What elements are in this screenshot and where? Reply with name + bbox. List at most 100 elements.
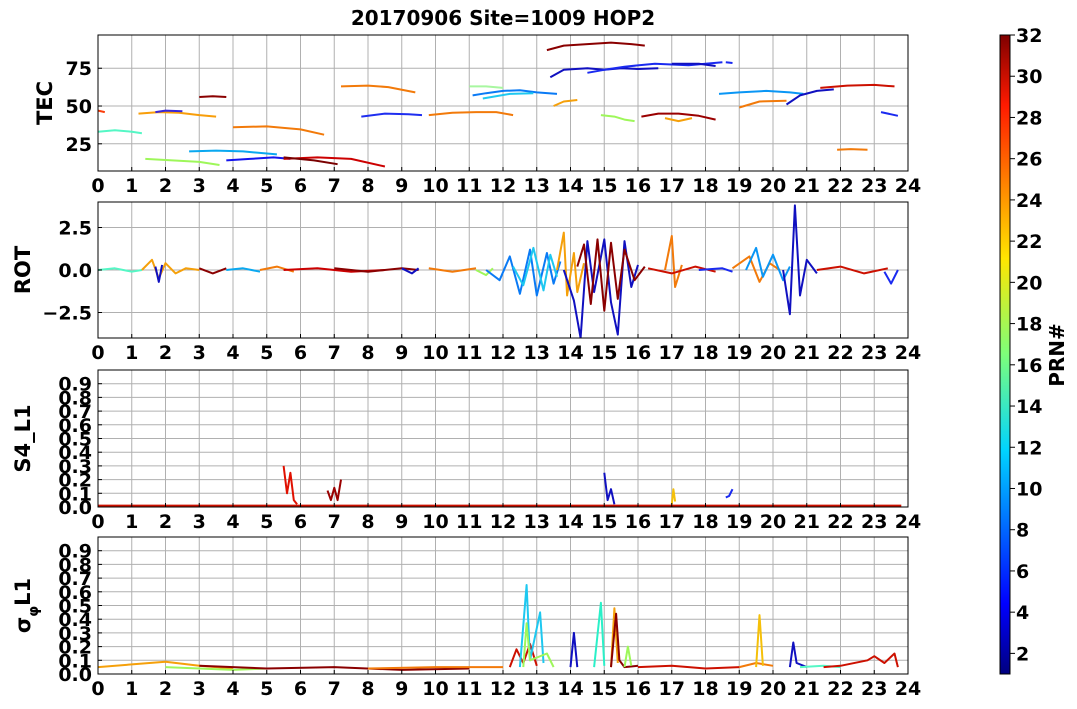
x-tick-label: 19	[726, 511, 752, 533]
x-tick-label: 21	[794, 511, 820, 533]
tec-panel: 0 1 2 3 4 5 6 7 8 9 10 11 12 13 14 15 16 17 18 19 20 21 22 23 24…	[33, 34, 921, 197]
x-tick-label: 22	[827, 342, 853, 364]
x-tick-label: 12	[490, 511, 516, 533]
x-tick-label: 1	[125, 175, 138, 197]
series-line	[820, 83, 895, 89]
x-tick-label: 18	[692, 342, 718, 364]
x-tick-label: 8	[361, 175, 374, 197]
y-tick-label: −2.5	[42, 303, 92, 325]
x-tick-label: 20	[760, 678, 786, 700]
x-tick-label: 1	[125, 342, 138, 364]
colorbar-tick-label: 30	[1016, 66, 1042, 88]
y-tick-label: 0.9	[58, 374, 92, 396]
x-tick-label: 20	[760, 342, 786, 364]
series-line	[98, 109, 106, 114]
series-line	[725, 61, 733, 64]
x-tick-label: 13	[524, 175, 550, 197]
y-axis-label: ROT	[11, 245, 35, 294]
y-axis-label: TEC	[33, 81, 57, 125]
x-tick-label: 19	[726, 342, 752, 364]
x-tick-label: 17	[659, 342, 685, 364]
colorbar-tick-label: 18	[1016, 314, 1042, 336]
x-tick-label: 5	[260, 342, 273, 364]
series-line	[138, 111, 217, 118]
colorbar-tick-label: 28	[1016, 107, 1042, 129]
series-line	[610, 612, 639, 669]
series-line	[340, 84, 416, 94]
series-line	[98, 129, 143, 135]
rot-panel: 0 1 2 3 4 5 6 7 8 9 10 11 12 13 14 15 16 17 18 19 20 21 22 23 24…	[11, 201, 921, 364]
s4-panel: 0 1 2 3 4 5 6 7 8 9 10 11 12 13 14 15 16 17 18 19 20 21 22 23 24…	[11, 369, 921, 533]
x-tick-label: 18	[692, 511, 718, 533]
x-tick-label: 7	[328, 175, 341, 197]
colorbar: 2468101214161820222426283032 PRN#	[999, 25, 1069, 675]
x-tick-label: 22	[827, 175, 853, 197]
x-tick-label: 24	[895, 678, 921, 700]
series-line	[482, 92, 534, 100]
x-tick-label: 19	[726, 678, 752, 700]
x-tick-label: 10	[422, 511, 448, 533]
x-tick-label: 12	[490, 342, 516, 364]
series-line	[553, 99, 578, 107]
x-tick-label: 24	[895, 342, 921, 364]
series-line	[664, 235, 683, 288]
x-tick-label: 14	[557, 678, 583, 700]
x-tick-label: 2	[159, 678, 172, 700]
colorbar-tick-label: 20	[1016, 272, 1042, 294]
x-tick-label: 11	[456, 678, 482, 700]
series-line	[755, 614, 764, 668]
x-tick-label: 17	[659, 511, 685, 533]
x-tick-label: 15	[591, 511, 617, 533]
x-tick-label: 9	[395, 342, 408, 364]
sigma-phi-panel: 0 1 2 3 4 5 6 7 8 9 10 11 12 13 14 15 16 17 18 19 20 21 22 23 24…	[11, 536, 921, 700]
x-tick-label: 6	[294, 342, 307, 364]
series-line	[603, 472, 616, 505]
figure: 20170906 Site=1009 HOP2 0 1 2 3 4 5 6 7 8 9 10 11 12…	[11, 6, 1069, 700]
colorbar-tick-label: 6	[1016, 561, 1029, 583]
x-tick-label: 4	[226, 678, 239, 700]
series-line	[546, 41, 645, 52]
x-tick-label: 10	[422, 175, 448, 197]
colorbar-tick-label: 2	[1016, 643, 1029, 665]
x-tick-label: 18	[692, 175, 718, 197]
series-line	[428, 111, 514, 117]
x-tick-label: 16	[625, 511, 651, 533]
x-tick-label: 18	[692, 678, 718, 700]
x-tick-label: 21	[794, 342, 820, 364]
colorbar-tick-label: 8	[1016, 520, 1029, 542]
x-tick-label: 8	[361, 342, 374, 364]
x-tick-label: 15	[591, 175, 617, 197]
x-tick-label: 0	[91, 342, 104, 364]
y-tick-label: 2.5	[58, 218, 92, 240]
x-tick-label: 19	[726, 175, 752, 197]
x-tick-label: 7	[328, 342, 341, 364]
series-line	[837, 148, 868, 151]
y-tick-label: 0.0	[58, 260, 92, 282]
x-tick-label: 3	[193, 175, 206, 197]
y-tick-label: 75	[66, 58, 92, 80]
x-tick-label: 23	[861, 175, 887, 197]
series-line	[232, 125, 325, 136]
x-tick-label: 1	[125, 511, 138, 533]
series-line	[145, 157, 220, 166]
colorbar-tick-label: 12	[1016, 437, 1042, 459]
x-tick-label: 0	[91, 511, 104, 533]
colorbar-tick-label: 26	[1016, 149, 1042, 171]
x-tick-label: 6	[294, 175, 307, 197]
x-tick-label: 15	[591, 678, 617, 700]
series-line	[569, 631, 579, 668]
series-line	[637, 664, 740, 670]
x-tick-label: 11	[456, 175, 482, 197]
colorbar-label: PRN#	[1045, 323, 1069, 387]
x-tick-label: 7	[328, 678, 341, 700]
x-tick-label: 5	[260, 511, 273, 533]
x-tick-label: 12	[490, 678, 516, 700]
series-line	[785, 88, 834, 106]
x-tick-label: 1	[125, 678, 138, 700]
x-tick-label: 17	[659, 175, 685, 197]
x-tick-label: 9	[395, 678, 408, 700]
series-line	[880, 111, 899, 117]
x-tick-label: 3	[193, 342, 206, 364]
y-axis-label: σφL1	[11, 578, 42, 633]
x-tick-label: 14	[557, 175, 583, 197]
